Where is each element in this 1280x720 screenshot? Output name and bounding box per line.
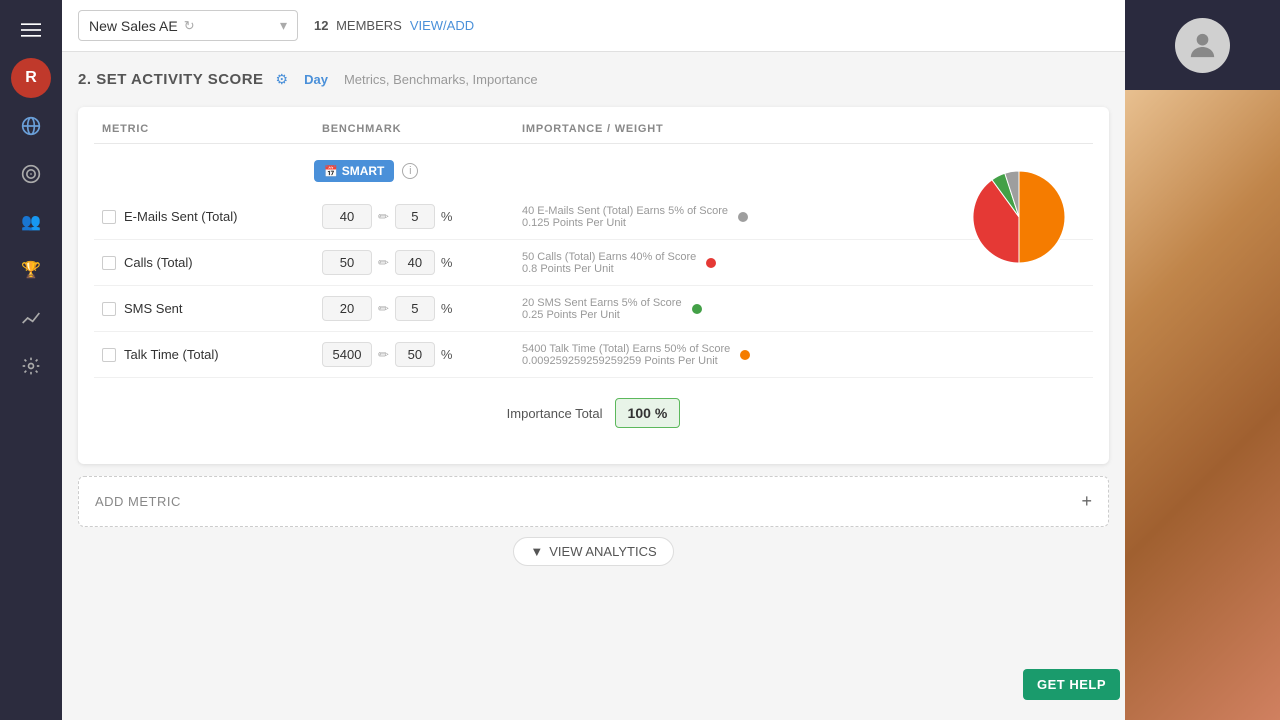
importance-total-label: Importance Total — [507, 406, 603, 421]
video-bottom — [1125, 90, 1280, 720]
metric-name: E-Mails Sent (Total) — [102, 209, 322, 224]
section-title: 2. SET ACTIVITY SCORE — [78, 71, 264, 88]
users-icon[interactable]: 👥 — [11, 202, 51, 242]
gear-icon: ⚙ — [276, 71, 289, 88]
benchmark-value[interactable]: 5400 — [322, 342, 372, 367]
table-header: METRIC BENCHMARK IMPORTANCE / WEIGHT — [94, 123, 1093, 144]
benchmark-cell: 40 ✏ 5 % — [322, 204, 522, 229]
metric-name: Talk Time (Total) — [102, 347, 322, 362]
sidebar: R 👥 🏆 — [0, 0, 62, 720]
importance-total-row: Importance Total 100 % — [94, 378, 1093, 448]
weight-input[interactable]: 5 — [395, 204, 435, 229]
top-bar: New Sales AE ↻ ▾ 12 MEMBERS VIEW/ADD — [62, 0, 1125, 52]
color-dot — [738, 212, 748, 222]
group-selector[interactable]: New Sales AE ↻ ▾ — [78, 10, 298, 41]
chevron-down-icon: ▾ — [280, 17, 287, 34]
metric-row: Talk Time (Total) 5400 ✏ 50 % 5400 Talk … — [94, 332, 1093, 378]
benchmark-cell: 20 ✏ 5 % — [322, 296, 522, 321]
view-analytics-bar: ▼ VIEW ANALYTICS — [78, 527, 1109, 576]
view-add-link[interactable]: VIEW/ADD — [410, 18, 474, 33]
percent-unit: % — [655, 405, 667, 421]
group-name: New Sales AE — [89, 18, 178, 34]
pie-chart — [969, 167, 1069, 267]
section-tabs: ⚙ Day Metrics, Benchmarks, Importance — [276, 68, 538, 91]
add-metric-label: ADD METRIC — [95, 494, 181, 509]
info-icon[interactable]: i — [402, 163, 418, 179]
analytics-icon[interactable] — [11, 298, 51, 338]
metric-checkbox[interactable] — [102, 348, 116, 362]
target-icon[interactable] — [11, 154, 51, 194]
members-info: 12 MEMBERS VIEW/ADD — [314, 18, 474, 33]
trophy-icon[interactable]: 🏆 — [11, 250, 51, 290]
metric-checkbox[interactable] — [102, 210, 116, 224]
weight-input[interactable]: 50 — [395, 342, 435, 367]
right-panel — [1125, 0, 1280, 720]
metric-rows-container: E-Mails Sent (Total) 40 ✏ 5 % 40 E-Mails… — [94, 194, 1093, 378]
weight-input[interactable]: 40 — [395, 250, 435, 275]
col-metric: METRIC — [102, 123, 322, 135]
importance-total-value: 100 % — [615, 398, 681, 428]
col-benchmark: BENCHMARK — [322, 123, 522, 135]
edit-icon[interactable]: ✏ — [378, 347, 389, 363]
view-analytics-button[interactable]: ▼ VIEW ANALYTICS — [513, 537, 673, 566]
metric-name: Calls (Total) — [102, 255, 322, 270]
get-help-button[interactable]: GET HELP — [1023, 669, 1120, 700]
members-count: 12 MEMBERS — [314, 18, 402, 33]
calendar-icon: 📅 — [324, 165, 338, 178]
chevron-down-icon: ▼ — [530, 544, 543, 559]
benchmark-value[interactable]: 50 — [322, 250, 372, 275]
add-metric-plus-icon[interactable]: + — [1081, 491, 1092, 512]
benchmark-value[interactable]: 40 — [322, 204, 372, 229]
color-dot — [740, 350, 750, 360]
edit-icon[interactable]: ✏ — [378, 301, 389, 317]
metrics-card: METRIC BENCHMARK IMPORTANCE / WEIGHT 📅 S… — [78, 107, 1109, 464]
edit-icon[interactable]: ✏ — [378, 255, 389, 271]
benchmark-cell: 5400 ✏ 50 % — [322, 342, 522, 367]
logo-icon[interactable]: R — [11, 58, 51, 98]
benchmark-cell: 50 ✏ 40 % — [322, 250, 522, 275]
metric-checkbox[interactable] — [102, 256, 116, 270]
video-top — [1125, 0, 1280, 90]
color-dot — [692, 304, 702, 314]
menu-icon[interactable] — [11, 10, 51, 50]
col-importance: IMPORTANCE / WEIGHT — [522, 123, 1085, 135]
settings-icon[interactable] — [11, 346, 51, 386]
tab-day[interactable]: Day — [296, 68, 336, 91]
metric-row: Calls (Total) 50 ✏ 40 % 50 Calls (Total)… — [94, 240, 1093, 286]
smart-button[interactable]: 📅 SMART — [314, 160, 394, 182]
main-content: New Sales AE ↻ ▾ 12 MEMBERS VIEW/ADD 2. … — [62, 0, 1125, 720]
metric-checkbox[interactable] — [102, 302, 116, 316]
metric-row: SMS Sent 20 ✏ 5 % 20 SMS Sent Earns 5% o… — [94, 286, 1093, 332]
metric-row: E-Mails Sent (Total) 40 ✏ 5 % 40 E-Mails… — [94, 194, 1093, 240]
refresh-icon: ↻ — [184, 18, 195, 34]
weight-input[interactable]: 5 — [395, 296, 435, 321]
content-area: 2. SET ACTIVITY SCORE ⚙ Day Metrics, Ben… — [62, 52, 1125, 720]
tab-other: Metrics, Benchmarks, Importance — [344, 72, 538, 87]
benchmark-value[interactable]: 20 — [322, 296, 372, 321]
globe-icon[interactable] — [11, 106, 51, 146]
avatar — [1175, 18, 1230, 73]
importance-cell: 5400 Talk Time (Total) Earns 50% of Scor… — [522, 343, 1085, 367]
edit-icon[interactable]: ✏ — [378, 209, 389, 225]
metric-name: SMS Sent — [102, 301, 322, 316]
importance-cell: 20 SMS Sent Earns 5% of Score 0.25 Point… — [522, 297, 1085, 321]
add-metric-section[interactable]: ADD METRIC + — [78, 476, 1109, 527]
color-dot — [706, 258, 716, 268]
section-header: 2. SET ACTIVITY SCORE ⚙ Day Metrics, Ben… — [78, 68, 1109, 91]
smart-row: 📅 SMART i — [94, 152, 1093, 194]
